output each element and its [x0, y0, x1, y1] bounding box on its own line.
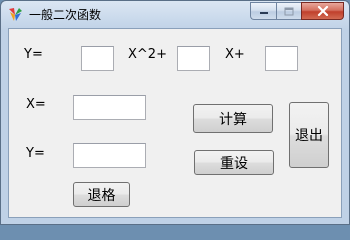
maximize-button[interactable] [276, 2, 301, 20]
minimize-icon [259, 12, 268, 14]
exit-button[interactable]: 退出 [289, 102, 329, 168]
caption-buttons [250, 2, 344, 20]
maximize-icon [284, 7, 294, 15]
minimize-button[interactable] [250, 2, 276, 20]
reset-button[interactable]: 重设 [194, 150, 274, 175]
x-plus-label: X+ [225, 47, 245, 62]
y-result-input[interactable] [73, 143, 146, 168]
coefficient-b-input[interactable] [177, 46, 210, 71]
x-value-input[interactable] [73, 95, 146, 120]
close-icon [317, 6, 328, 16]
x-value-label: X= [26, 97, 46, 112]
backspace-button[interactable]: 退格 [73, 182, 130, 207]
coefficient-a-input[interactable] [81, 46, 114, 71]
app-window: 一般二次函数 Y= X^2+ X+ X= Y= 计算 重设 退出 退格 [0, 0, 350, 225]
x-squared-label: X^2+ [128, 47, 167, 62]
app-icon [9, 8, 22, 21]
client-area: Y= X^2+ X+ X= Y= 计算 重设 退出 退格 [8, 28, 342, 218]
y-result-label: Y= [26, 146, 45, 161]
window-title: 一般二次函数 [29, 8, 102, 22]
title-bar[interactable]: 一般二次函数 [1, 1, 349, 27]
calculate-button[interactable]: 计算 [193, 104, 273, 133]
y-equation-label: Y= [24, 47, 43, 62]
close-button[interactable] [301, 2, 344, 20]
coefficient-c-input[interactable] [265, 46, 298, 71]
